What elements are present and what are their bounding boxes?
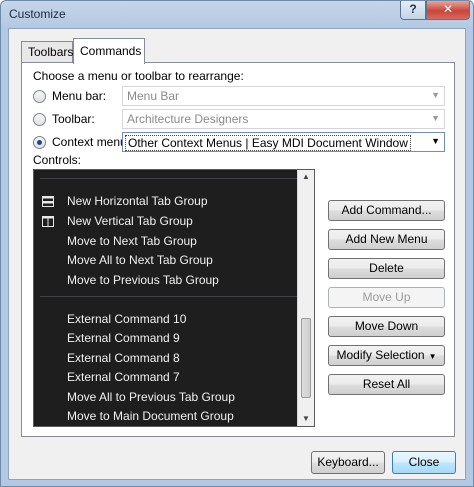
- scroll-up-arrow-icon[interactable]: ▲: [302, 172, 310, 181]
- list-separator: [40, 296, 298, 297]
- controls-label: Controls:: [33, 153, 82, 167]
- horizontal-tab-group-icon: [42, 196, 54, 207]
- scrollbar-thumb[interactable]: [301, 318, 311, 398]
- vertical-tab-group-icon: [42, 216, 54, 227]
- menu-bar-radio[interactable]: [33, 90, 46, 103]
- menu-bar-label: Menu bar:: [52, 89, 107, 103]
- list-item[interactable]: Move All to Previous Tab Group: [34, 388, 298, 407]
- list-item-label: Move All to Previous Tab Group: [67, 390, 235, 404]
- tab-toolbars-label: Toolbars: [28, 45, 74, 59]
- toolbar-radio[interactable]: [33, 113, 46, 126]
- context-menu-label: Context menu:: [52, 135, 131, 149]
- list-scrollbar[interactable]: ▲ ▼: [297, 170, 314, 426]
- tab-toolbars[interactable]: Toolbars: [21, 41, 73, 63]
- close-window-button[interactable]: ✕: [426, 1, 470, 20]
- list-item-label: External Command 9: [67, 331, 180, 345]
- scroll-down-arrow-icon[interactable]: ▼: [302, 414, 310, 423]
- delete-button[interactable]: Delete: [328, 258, 445, 279]
- keyboard-button[interactable]: Keyboard...: [311, 451, 385, 474]
- customize-dialog: Customize ? ✕ Toolbars Commands Choose a…: [0, 0, 474, 487]
- add-command-button[interactable]: Add Command...: [328, 200, 445, 221]
- list-separator: [40, 178, 298, 179]
- add-new-menu-button[interactable]: Add New Menu: [328, 229, 445, 250]
- modify-selection-button[interactable]: Modify Selection ▼: [328, 345, 445, 366]
- instruction-label: Choose a menu or toolbar to rearrange:: [33, 69, 244, 83]
- toolbar-combo[interactable]: Architecture Designers ▼: [122, 109, 445, 129]
- move-up-button[interactable]: Move Up: [328, 287, 445, 308]
- context-menu-combo[interactable]: Other Context Menus | Easy MDI Document …: [122, 132, 445, 152]
- list-item[interactable]: New Vertical Tab Group: [34, 212, 298, 231]
- list-item[interactable]: Move to Main Document Group: [34, 407, 298, 426]
- list-item-label: External Command 10: [67, 312, 187, 326]
- modify-selection-label: Modify Selection: [336, 348, 425, 362]
- chevron-down-icon: ▼: [431, 113, 440, 123]
- move-down-button[interactable]: Move Down: [328, 316, 445, 337]
- help-button[interactable]: ?: [400, 1, 426, 20]
- list-item-label: External Command 8: [67, 351, 180, 365]
- controls-list[interactable]: New Horizontal Tab Group New Vertical Ta…: [33, 169, 315, 427]
- reset-all-button[interactable]: Reset All: [328, 374, 445, 395]
- title-bar[interactable]: Customize ? ✕: [1, 1, 473, 27]
- chevron-down-icon: ▼: [428, 352, 437, 361]
- tab-commands-label: Commands: [80, 44, 142, 58]
- menu-bar-combo[interactable]: Menu Bar ▼: [122, 86, 445, 106]
- list-item[interactable]: New Horizontal Tab Group: [34, 192, 298, 211]
- list-item[interactable]: Move All to Next Tab Group: [34, 251, 298, 270]
- chevron-down-icon: ▼: [431, 136, 440, 146]
- commands-panel: Choose a menu or toolbar to rearrange: M…: [21, 62, 455, 437]
- close-button[interactable]: Close: [392, 451, 456, 474]
- list-item[interactable]: External Command 7: [34, 368, 298, 387]
- list-item[interactable]: External Command 9: [34, 329, 298, 348]
- list-item-label: Move to Main Document Group: [67, 409, 234, 423]
- list-item-label: Move All to Next Tab Group: [67, 253, 213, 267]
- window-title: Customize: [9, 7, 66, 21]
- list-item[interactable]: External Command 10: [34, 310, 298, 329]
- list-item[interactable]: External Command 8: [34, 349, 298, 368]
- list-item-label: New Vertical Tab Group: [67, 214, 193, 228]
- context-menu-value: Other Context Menus | Easy MDI Document …: [125, 135, 411, 151]
- chevron-down-icon: ▼: [431, 90, 440, 100]
- list-item[interactable]: Move to Next Tab Group: [34, 232, 298, 251]
- list-item[interactable]: Move to Previous Tab Group: [34, 271, 298, 290]
- menu-bar-value: Menu Bar: [127, 89, 180, 103]
- list-item-label: External Command 7: [67, 370, 180, 384]
- tab-commands[interactable]: Commands: [73, 38, 145, 64]
- list-item-label: Move to Next Tab Group: [67, 234, 197, 248]
- toolbar-label: Toolbar:: [52, 112, 95, 126]
- toolbar-value: Architecture Designers: [127, 112, 249, 126]
- context-menu-radio[interactable]: [33, 136, 46, 149]
- list-item-label: Move to Previous Tab Group: [67, 273, 219, 287]
- list-item-label: New Horizontal Tab Group: [67, 194, 208, 208]
- dialog-client-area: Toolbars Commands Choose a menu or toolb…: [8, 28, 466, 480]
